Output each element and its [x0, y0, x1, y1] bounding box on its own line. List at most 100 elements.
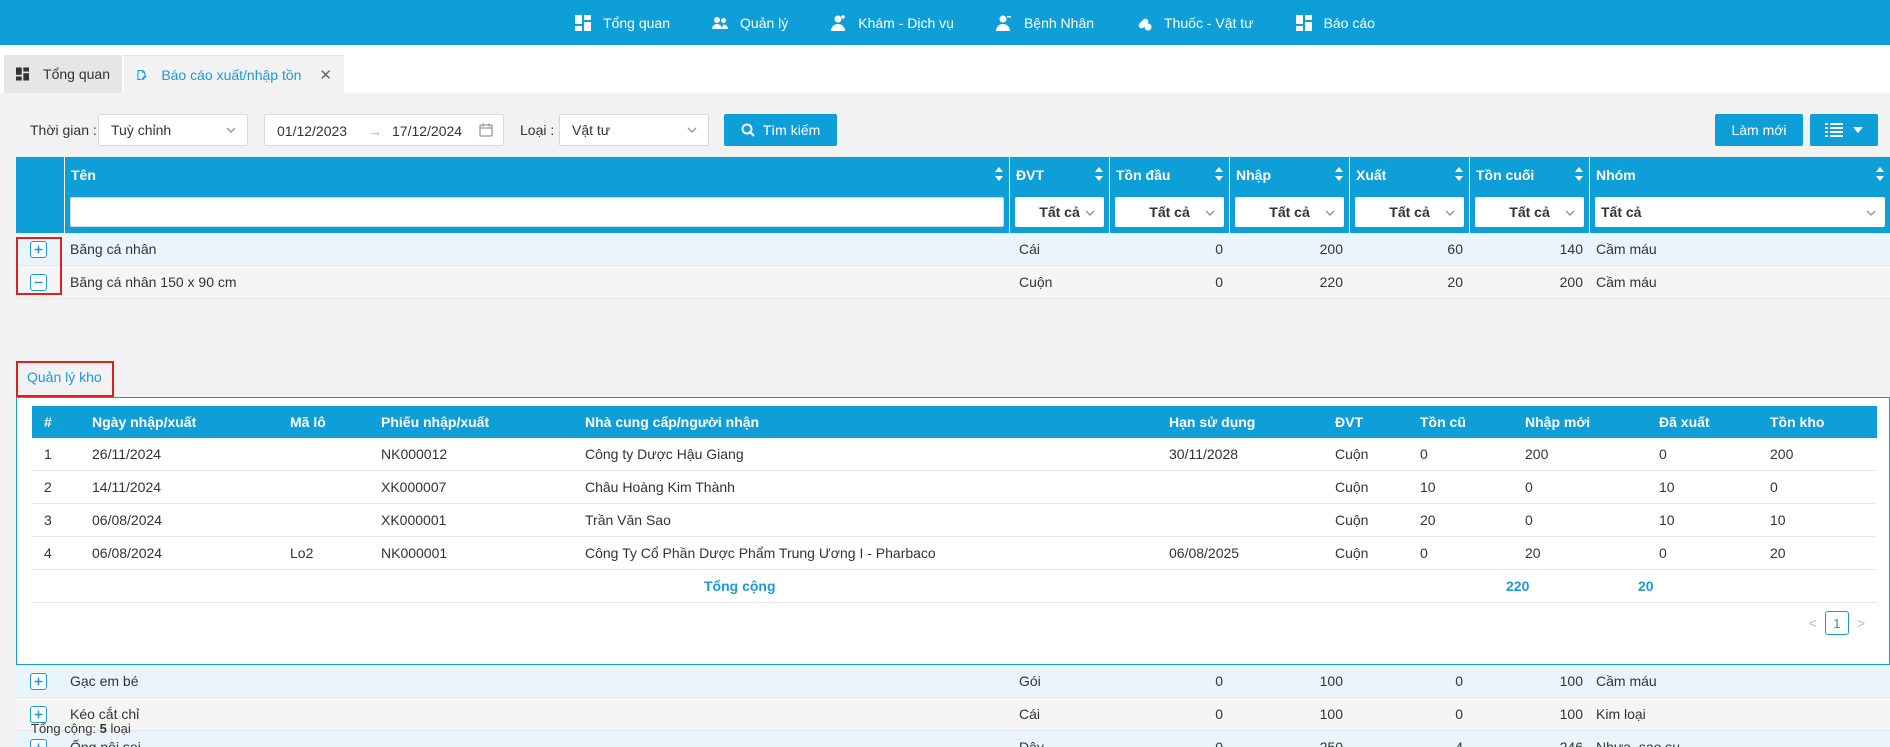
sort-icon[interactable] [1215, 167, 1223, 181]
column-header-group[interactable]: Nhóm Tất cả [1589, 157, 1890, 233]
table-row[interactable]: Băng cá nhân 150 x 90 cm Cuộn 0 220 20 2… [16, 266, 1890, 299]
cell-import: 200 [1319, 241, 1343, 257]
date-arrow: → [368, 123, 382, 139]
cell-group: Kim loại [1596, 706, 1646, 722]
detail-cell-old: 0 [1420, 446, 1428, 462]
expand-plus-icon[interactable] [30, 739, 47, 747]
detail-cell-idx: 4 [44, 545, 52, 561]
search-button[interactable]: Tìm kiếm [724, 114, 837, 146]
nav-label: Khám - Dịch vụ [858, 14, 954, 31]
view-options-button[interactable] [1810, 114, 1878, 146]
detail-cell-stock: 0 [1770, 479, 1778, 495]
column-header-opening[interactable]: Tồn đầu Tất cả [1109, 157, 1229, 233]
column-header-unit[interactable]: ĐVT Tất cả [1009, 157, 1109, 233]
nav-item-services[interactable]: Khám - Dịch vụ [830, 14, 954, 31]
cell-export: 0 [1455, 673, 1463, 689]
sub-tab-warehouse[interactable]: Quản lý kho [27, 369, 102, 385]
search-icon [741, 123, 755, 137]
column-header-export[interactable]: Xuất Tất cả [1349, 157, 1469, 233]
detail-row[interactable]: 3 06/08/2024 XK000001 Trần Văn Sao Cuộn … [32, 504, 1877, 537]
opening-filter-select[interactable]: Tất cả [1115, 197, 1224, 227]
chevron-down-icon [1204, 206, 1216, 218]
export-filter-select[interactable]: Tất cả [1355, 197, 1464, 227]
group-filter-select[interactable]: Tất cả [1595, 197, 1885, 227]
page-button-1[interactable]: 1 [1824, 611, 1849, 635]
detail-cell-date: 06/08/2024 [92, 512, 163, 528]
unit-filter-select[interactable]: Tất cả [1015, 197, 1104, 227]
column-header-import[interactable]: Nhập Tất cả [1229, 157, 1349, 233]
detail-cell-unit: Cuộn [1335, 479, 1369, 495]
detail-cell-old: 10 [1420, 479, 1436, 495]
nav-label: Tổng quan [603, 14, 671, 31]
nav-item-management[interactable]: Quản lý [712, 15, 788, 31]
expand-plus-icon[interactable] [30, 673, 47, 690]
cell-name: Băng cá nhân [70, 241, 157, 257]
nav-item-patients[interactable]: Bệnh Nhân [995, 14, 1095, 31]
cell-import: 100 [1319, 673, 1343, 689]
cell-unit: Dây [1019, 739, 1044, 747]
refresh-button[interactable]: Làm mới [1715, 114, 1803, 146]
detail-cell-expiry: 30/11/2028 [1169, 446, 1239, 462]
cell-import: 250 [1319, 739, 1343, 747]
highlight-box-expand [16, 237, 62, 295]
time-range-select[interactable]: Tuỳ chỉnh [98, 114, 248, 146]
cell-closing: 246 [1559, 739, 1583, 747]
detail-col-partner: Nhà cung cấp/người nhận [585, 414, 760, 430]
table-row[interactable]: Gạc em bé Gói 0 100 0 100 Cầm máu [16, 665, 1890, 698]
date-from: 01/12/2023 [277, 123, 348, 139]
column-header-name[interactable]: Tên [64, 157, 1009, 233]
detail-col-new-import: Nhập mới [1525, 414, 1591, 430]
detail-cell-exported: 10 [1659, 479, 1675, 495]
sort-icon[interactable] [995, 167, 1003, 181]
sort-icon[interactable] [1095, 167, 1103, 181]
table-row[interactable]: Băng cá nhân Cái 0 200 60 140 Cầm máu [16, 233, 1890, 266]
chevron-down-icon [1564, 206, 1576, 218]
table-row[interactable]: Ống nội soi Dây 0 250 4 246 Nhựa, sao su [16, 731, 1890, 747]
nav-label: Thuốc - Vật tư [1164, 14, 1254, 31]
detail-row[interactable]: 1 26/11/2024 NK000012 Công ty Dược Hậu G… [32, 438, 1877, 471]
tab-stock-report[interactable]: Báo cáo xuất/nhập tồn ✕ [124, 55, 344, 93]
cell-import: 100 [1319, 706, 1343, 722]
table-header: Tên ĐVT Tất cả Tồn đầu Tất cả Nhập Tất c… [16, 157, 1890, 233]
chevron-down-icon [686, 123, 698, 135]
sort-icon[interactable] [1455, 167, 1463, 181]
nav-item-overview[interactable]: Tổng quan [575, 14, 671, 31]
cell-name: Băng cá nhân 150 x 90 cm [70, 274, 237, 290]
column-title: Tên [71, 167, 96, 183]
detail-row[interactable]: 2 14/11/2024 XK000007 Châu Hoàng Kim Thà… [32, 471, 1877, 504]
import-filter-select[interactable]: Tất cả [1235, 197, 1344, 227]
cell-opening: 0 [1215, 673, 1223, 689]
cell-export: 20 [1447, 274, 1463, 290]
refresh-button-label: Làm mới [1731, 122, 1787, 138]
chevron-down-icon [1865, 206, 1877, 218]
date-range-picker[interactable]: 01/12/2023 → 17/12/2024 [264, 114, 504, 146]
detail-cell-lot: Lo2 [290, 545, 314, 561]
nav-label: Bệnh Nhân [1023, 14, 1095, 31]
tab-overview[interactable]: Tổng quan [4, 55, 122, 93]
nav-item-medicine[interactable]: Thuốc - Vật tư [1136, 15, 1254, 31]
name-filter-input[interactable] [70, 197, 1004, 227]
pagination: < 1 > [1801, 611, 1873, 635]
cell-group: Cầm máu [1596, 673, 1657, 689]
nav-item-reports[interactable]: Báo cáo [1295, 14, 1375, 31]
detail-cell-voucher: NK000012 [381, 446, 448, 462]
patient-icon [995, 15, 1011, 31]
column-title: Tồn cuối [1476, 167, 1535, 183]
detail-row[interactable]: 4 06/08/2024 Lo2 NK000001 Công Ty Cổ Phầ… [32, 537, 1877, 570]
close-icon[interactable]: ✕ [319, 66, 332, 84]
detail-cell-partner: Công ty Dược Hậu Giang [585, 446, 744, 462]
type-select[interactable]: Vật tư [559, 114, 709, 146]
sort-icon[interactable] [1876, 167, 1884, 181]
sort-icon[interactable] [1335, 167, 1343, 181]
prev-page-button[interactable]: < [1809, 615, 1817, 631]
column-header-closing[interactable]: Tồn cuối Tất cả [1469, 157, 1589, 233]
next-page-button[interactable]: > [1857, 615, 1865, 631]
closing-filter-select[interactable]: Tất cả [1475, 197, 1584, 227]
detail-cell-new-import: 0 [1525, 512, 1533, 528]
sort-icon[interactable] [1575, 167, 1583, 181]
cell-closing: 100 [1559, 706, 1583, 722]
detail-cell-stock: 200 [1770, 446, 1794, 462]
detail-cell-unit: Cuộn [1335, 545, 1369, 561]
table-row[interactable]: Kéo cắt chỉ Cái 0 100 0 100 Kim loại [16, 698, 1890, 731]
column-title: Nhóm [1596, 167, 1636, 183]
